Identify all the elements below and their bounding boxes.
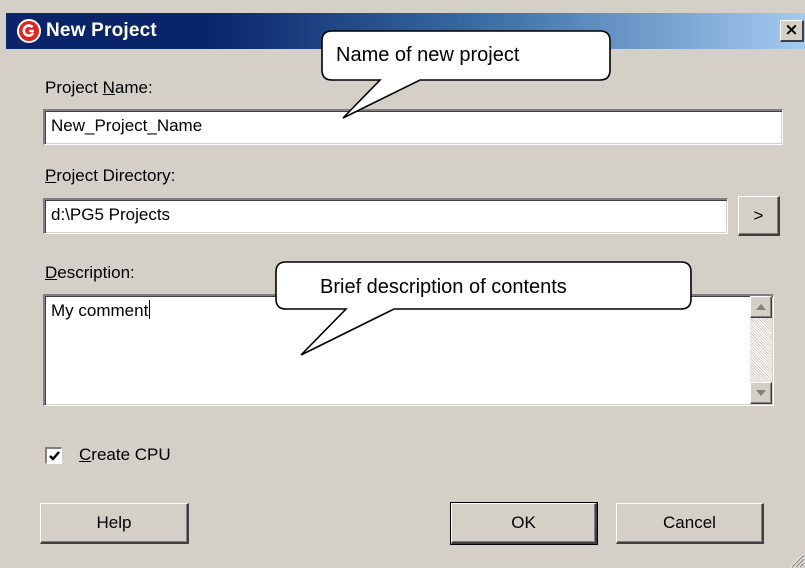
text-caret: [149, 300, 151, 319]
project-name-value: New_Project_Name: [51, 116, 203, 135]
dialog-title: New Project: [46, 20, 157, 41]
arrow-up-icon: [756, 304, 766, 310]
description-label: Description:: [45, 263, 135, 282]
check-icon: [48, 451, 60, 461]
create-cpu-checkbox[interactable]: [45, 447, 62, 464]
help-button[interactable]: Help: [40, 503, 189, 544]
scroll-up-button[interactable]: [750, 296, 772, 318]
close-button[interactable]: ×: [780, 20, 804, 42]
cancel-button[interactable]: Cancel: [616, 503, 764, 544]
help-label: Help: [96, 513, 132, 532]
callout-description-text: Brief description of contents: [320, 276, 567, 298]
project-directory-input[interactable]: d:\PG5 Projects: [43, 198, 728, 234]
ok-label: OK: [511, 513, 536, 532]
browse-label: >: [753, 205, 764, 225]
description-scrollbar[interactable]: [750, 296, 772, 404]
project-directory-value: d:\PG5 Projects: [51, 205, 171, 224]
resize-grip-icon[interactable]: [787, 550, 805, 568]
description-value: My comment: [51, 301, 149, 320]
arrow-down-icon: [756, 390, 766, 396]
callout-name-text: Name of new project: [336, 44, 520, 66]
new-project-dialog: New Project × Project Name: New_Project_…: [0, 0, 805, 568]
create-cpu-label[interactable]: Create CPU: [79, 445, 171, 465]
project-directory-label: Project Directory:: [45, 166, 176, 185]
close-icon: ×: [784, 20, 799, 40]
cancel-label: Cancel: [663, 513, 716, 532]
app-logo-icon: [17, 19, 41, 43]
project-name-label: Project Name:: [45, 78, 153, 97]
ok-button[interactable]: OK: [450, 502, 598, 545]
browse-directory-button[interactable]: >: [738, 196, 780, 236]
scroll-down-button[interactable]: [750, 382, 772, 404]
